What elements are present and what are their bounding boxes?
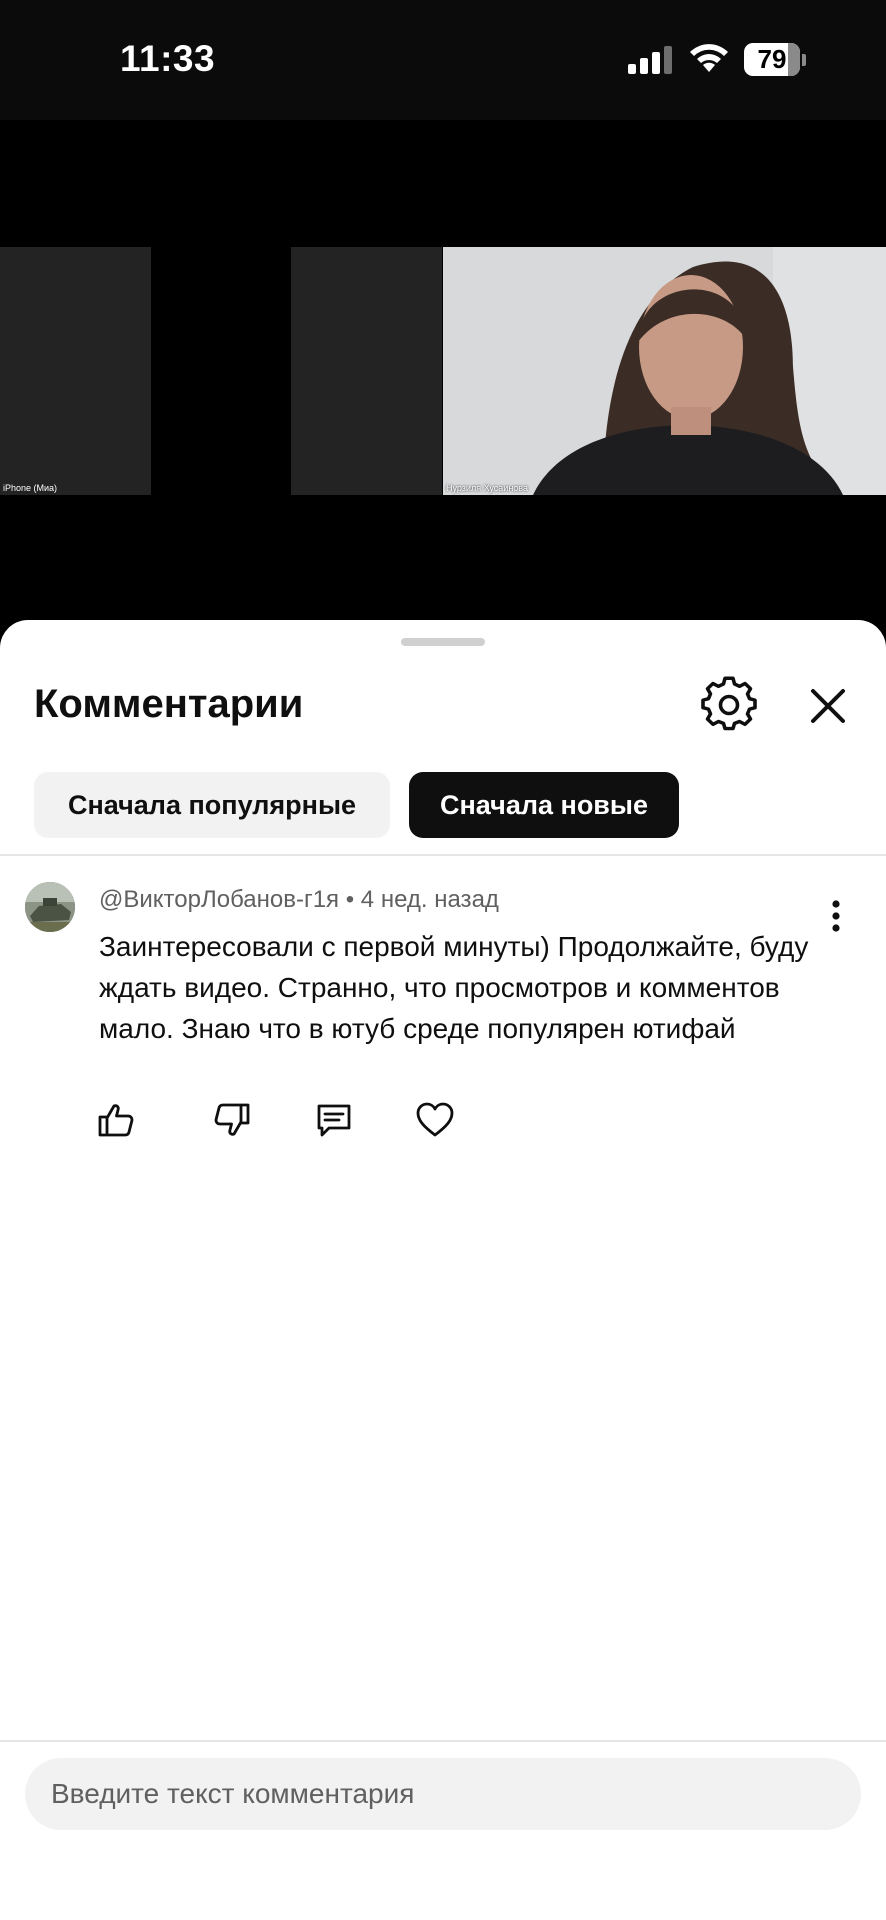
status-bar: 11:33 79 (0, 0, 886, 120)
status-time: 11:33 (120, 38, 216, 79)
sort-chip-newest[interactable]: Сначала новые (409, 772, 679, 838)
sort-chip-popular[interactable]: Сначала популярные (34, 772, 390, 838)
avatar-image (25, 882, 75, 932)
divider (0, 1740, 886, 1742)
comment-time: 4 нед. назад (360, 886, 499, 913)
comments-sheet: Комментарии Сначала популярные Сначала н… (0, 620, 886, 1920)
participant-tile (291, 247, 442, 495)
thumbs-up-icon[interactable] (96, 1100, 136, 1140)
comment-input[interactable] (25, 1758, 861, 1830)
cellular-signal-icon (628, 46, 672, 74)
comments-title: Комментарии (34, 682, 304, 726)
participant-tile-speaker: Нурзиля Хусаинова (443, 247, 886, 495)
speaker-video-frame (443, 247, 886, 495)
battery-level: 79 (757, 44, 787, 74)
meta-separator: • (345, 886, 355, 913)
comment-author[interactable]: @ВикторЛобанов-г1я (99, 886, 339, 913)
participant-name: iPhone (Миа) (3, 483, 58, 493)
comment-item: @ВикторЛобанов-г1я • 4 нед. назад Заинте… (0, 856, 886, 1176)
participant-tile: iPhone (Миа) (0, 247, 151, 495)
close-icon[interactable] (800, 678, 856, 734)
battery-icon: 79 (744, 43, 806, 76)
heart-icon[interactable] (415, 1100, 455, 1140)
battery-body: 79 (744, 43, 800, 76)
gear-icon[interactable] (700, 676, 758, 734)
comment-text: Заинтересовали с первой минуты) Продолжа… (99, 931, 809, 1044)
app-screen: 11:33 79 iPhone (Миа) Нурзиля Хусаинова … (0, 0, 886, 1920)
comment-meta: @ВикторЛобанов-г1я • 4 нед. назад (99, 886, 499, 914)
wifi-icon (690, 44, 728, 72)
avatar[interactable] (25, 882, 75, 932)
battery-tip (802, 54, 806, 66)
video-player[interactable]: iPhone (Миа) Нурзиля Хусаинова (0, 120, 886, 740)
participant-name: Нурзиля Хусаинова (446, 483, 528, 493)
thumbs-down-icon[interactable] (212, 1100, 252, 1140)
reply-icon[interactable] (314, 1100, 354, 1140)
drag-handle[interactable] (401, 638, 485, 646)
